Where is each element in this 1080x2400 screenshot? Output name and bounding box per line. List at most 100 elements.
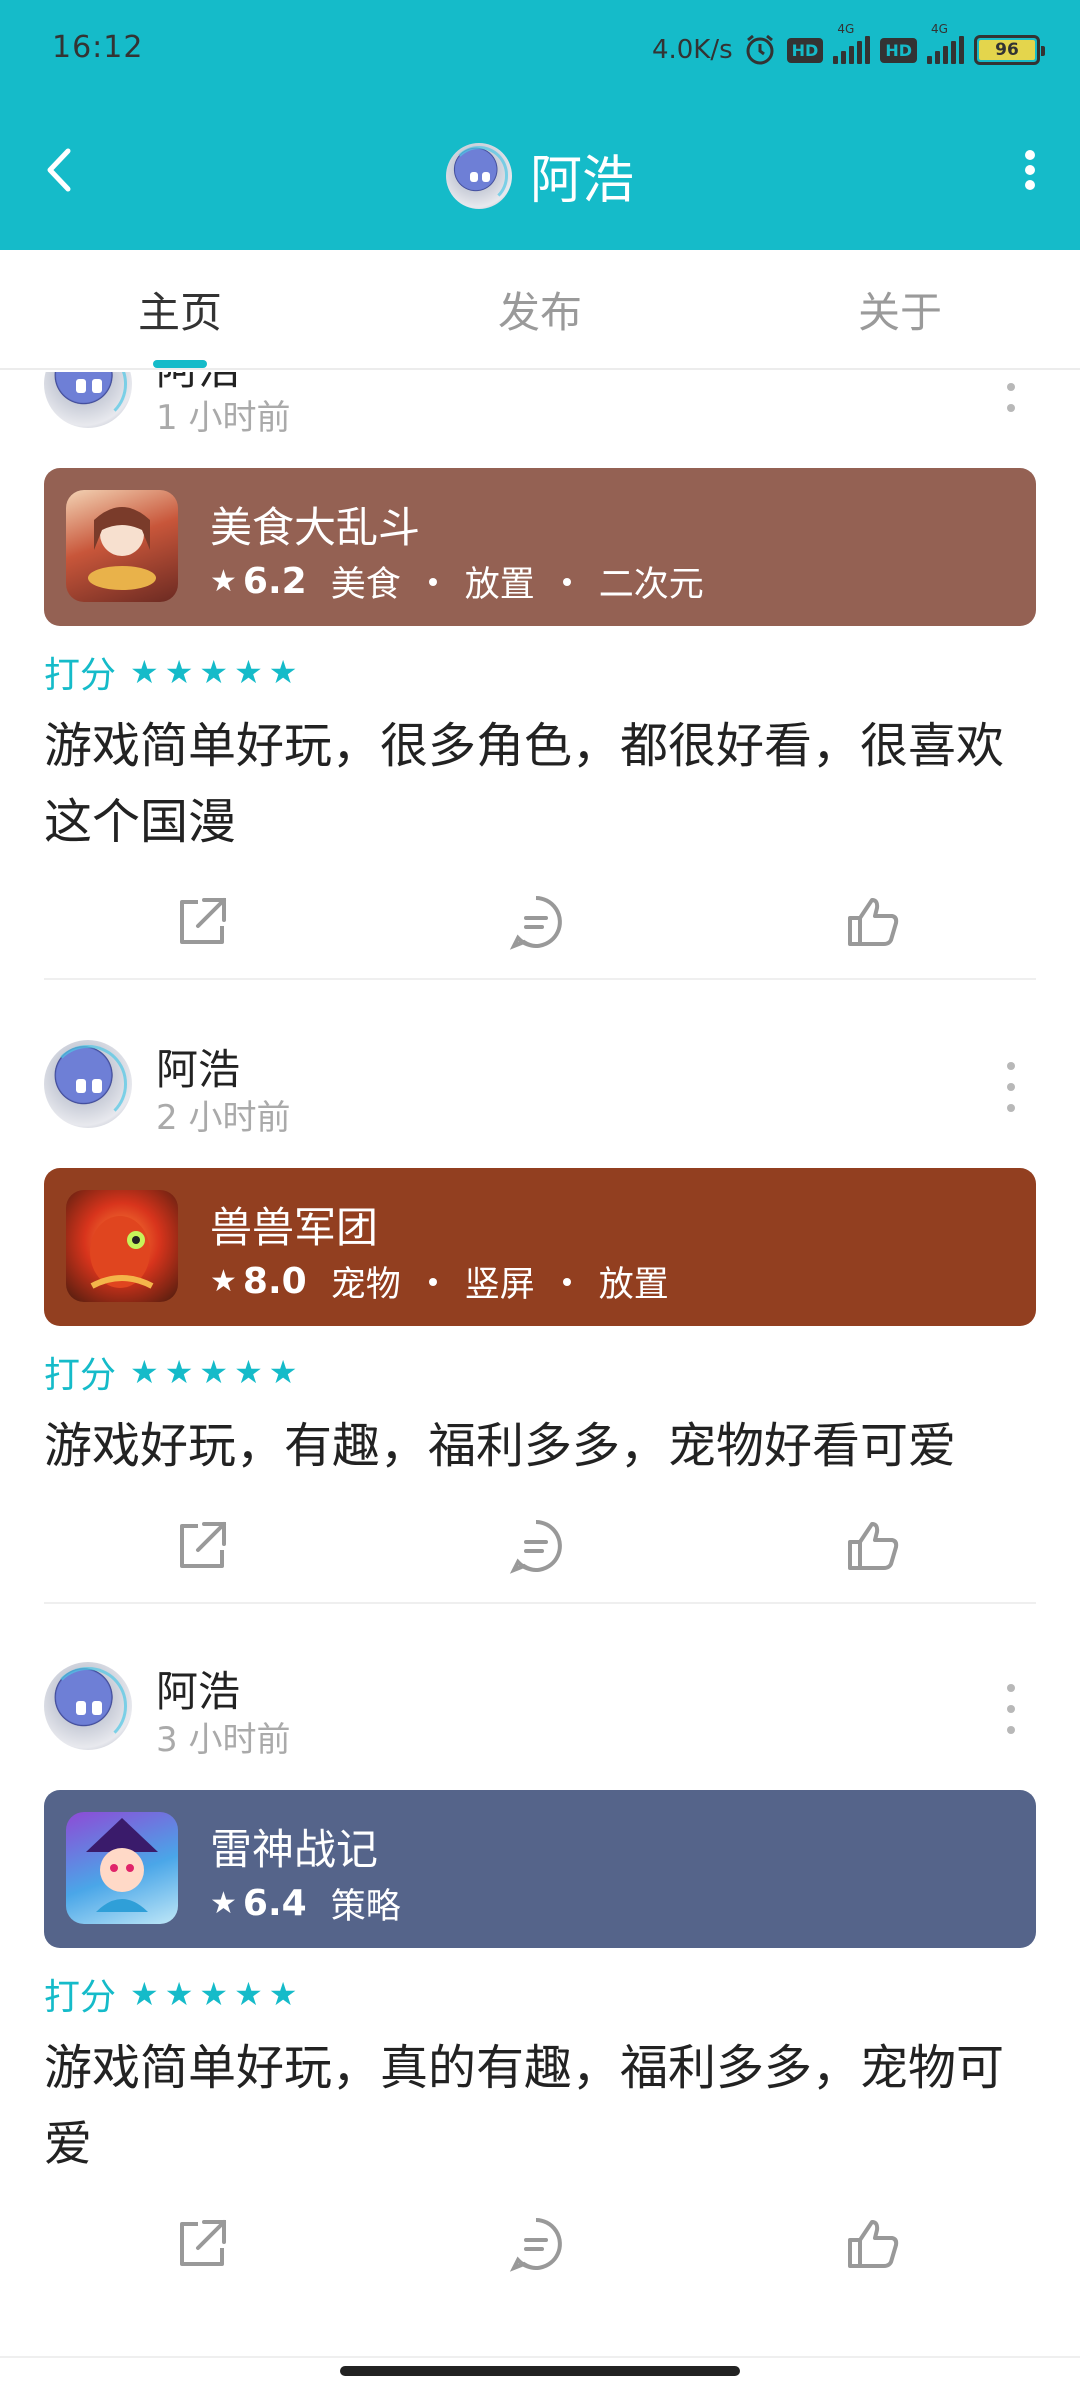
post-time: 1 小时前 bbox=[156, 398, 291, 438]
game-tag: 宠物 bbox=[330, 1265, 401, 1305]
game-tag: 竖屏 bbox=[464, 1265, 535, 1305]
hd-badge: HD bbox=[786, 37, 824, 63]
game-icon bbox=[66, 1190, 178, 1302]
like-button[interactable] bbox=[840, 2212, 904, 2276]
game-tag: 美食 bbox=[330, 565, 401, 605]
review-text[interactable]: 游戏简单好玩，真的有趣，福利多多，宠物可爱 bbox=[44, 2030, 1036, 2182]
feed-list[interactable]: 阿浩 1 小时前 美食大乱斗 ★ 6.2 美食 放置 二次元 打分 ★★★★★ … bbox=[0, 372, 1080, 2342]
signal-label: 4G bbox=[837, 22, 855, 36]
game-name: 兽兽军团 bbox=[210, 1203, 379, 1252]
tab-posts[interactable]: 发布 bbox=[360, 250, 720, 368]
post-more-icon[interactable] bbox=[996, 1062, 1026, 1112]
share-button[interactable] bbox=[170, 1514, 234, 1578]
tab-about[interactable]: 关于 bbox=[720, 250, 1080, 368]
game-card[interactable]: 雷神战记 ★ 6.4 策略 bbox=[44, 1790, 1036, 1948]
like-button[interactable] bbox=[840, 1514, 904, 1578]
post-header: 阿浩 1 小时前 bbox=[44, 372, 1036, 438]
review-post: 阿浩 1 小时前 美食大乱斗 ★ 6.2 美食 放置 二次元 打分 ★★★★★ … bbox=[44, 372, 1036, 980]
avatar[interactable] bbox=[44, 372, 132, 428]
star-icon: ★ bbox=[164, 1353, 194, 1391]
review-post: 阿浩 2 小时前 兽兽军团 ★ 8.0 宠物 竖屏 放置 打分 ★ ★ ★ ★ ★ 游戏… bbox=[44, 1028, 1036, 1604]
post-header: 阿浩 2 小时前 bbox=[44, 1028, 1036, 1138]
rating-label: 打分 bbox=[44, 655, 117, 696]
game-tag: 二次元 bbox=[598, 565, 704, 605]
thumbs-up-icon bbox=[848, 2220, 899, 2268]
game-meta: ★ 6.4 策略 bbox=[210, 1878, 401, 1929]
post-actions bbox=[44, 860, 1036, 980]
rating-row: 打分 ★ ★ ★ ★ ★ bbox=[44, 1352, 1036, 1396]
game-name: 美食大乱斗 bbox=[210, 503, 421, 552]
game-score: 6.4 bbox=[242, 1883, 307, 1924]
star-icon: ★ bbox=[130, 1975, 159, 2013]
battery-icon: 96 bbox=[974, 35, 1045, 65]
post-time: 2 小时前 bbox=[156, 1098, 291, 1138]
share-button[interactable] bbox=[170, 890, 234, 954]
post-actions bbox=[44, 1484, 1036, 1604]
page-title: 阿浩 bbox=[529, 151, 634, 211]
star-icon: ★ bbox=[268, 1353, 298, 1391]
status-time: 16:12 bbox=[52, 30, 144, 65]
star-icon: ★ bbox=[210, 564, 237, 599]
thumbs-up-icon bbox=[848, 898, 899, 946]
divider bbox=[0, 2356, 1080, 2358]
star-icon: ★ bbox=[234, 653, 263, 691]
post-actions bbox=[44, 2182, 1036, 2302]
comment-button[interactable] bbox=[504, 890, 568, 954]
star-icon: ★ bbox=[268, 653, 298, 691]
like-button[interactable] bbox=[840, 890, 904, 954]
game-meta: ★ 8.0 宠物 竖屏 放置 bbox=[210, 1256, 669, 1307]
game-tag: 放置 bbox=[598, 1265, 669, 1305]
profile-tabs: 主页 发布 关于 bbox=[0, 250, 1080, 370]
post-more-icon[interactable] bbox=[996, 1684, 1026, 1734]
share-button[interactable] bbox=[170, 2212, 234, 2276]
avatar[interactable] bbox=[44, 1040, 132, 1128]
share-icon bbox=[180, 1522, 226, 1568]
star-icon: ★ bbox=[130, 653, 159, 691]
comment-button[interactable] bbox=[504, 2212, 568, 2276]
game-card[interactable]: 兽兽军团 ★ 8.0 宠物 竖屏 放置 bbox=[44, 1168, 1036, 1326]
comment-icon bbox=[509, 2218, 562, 2272]
post-username[interactable]: 阿浩 bbox=[156, 1036, 240, 1097]
avatar[interactable] bbox=[44, 1662, 132, 1750]
status-bar: 16:12 4.0K/s HD 4G HD 4G 96 bbox=[0, 0, 1080, 100]
more-vertical-icon bbox=[1025, 150, 1035, 190]
net-speed: 4.0K/s bbox=[651, 35, 733, 65]
game-meta: ★ 6.2 美食 放置 二次元 bbox=[210, 556, 704, 607]
share-icon bbox=[180, 2220, 226, 2266]
more-button[interactable] bbox=[1000, 140, 1060, 200]
rating-label: 打分 bbox=[44, 1355, 117, 1396]
post-header: 阿浩 3 小时前 bbox=[44, 1650, 1036, 1760]
game-tag: 策略 bbox=[330, 1887, 401, 1927]
review-post: 阿浩 3 小时前 雷神战记 ★ 6.4 策略 打分 ★ ★ ★ ★ ★ 游戏简单好玩，真… bbox=[44, 1650, 1036, 2302]
star-icon: ★ bbox=[199, 1353, 229, 1391]
game-tag: 放置 bbox=[464, 565, 535, 605]
star-icon: ★ bbox=[234, 1353, 263, 1391]
share-icon bbox=[180, 898, 226, 944]
star-icon: ★ bbox=[199, 653, 229, 691]
app-header: 16:12 4.0K/s HD 4G HD 4G 96 阿浩 bbox=[0, 0, 1080, 250]
home-indicator[interactable] bbox=[340, 2366, 740, 2376]
profile-title: 阿浩 bbox=[0, 138, 1080, 213]
tab-home[interactable]: 主页 bbox=[0, 250, 360, 368]
rating-row: 打分 ★ ★ ★ ★ ★ bbox=[44, 1974, 1036, 2018]
game-score: 6.2 bbox=[242, 561, 307, 602]
rating-label: 打分 bbox=[44, 1977, 117, 2018]
game-icon bbox=[66, 490, 178, 602]
review-text[interactable]: 游戏好玩，有趣，福利多多，宠物好看可爱 bbox=[44, 1408, 1036, 1484]
post-more-icon[interactable] bbox=[996, 372, 1026, 412]
comment-icon bbox=[509, 1520, 562, 1574]
star-icon: ★ bbox=[164, 653, 194, 691]
comment-button[interactable] bbox=[504, 1514, 568, 1578]
star-icon: ★ bbox=[130, 1353, 159, 1391]
game-card[interactable]: 美食大乱斗 ★ 6.2 美食 放置 二次元 bbox=[44, 468, 1036, 626]
rating-row: 打分 ★ ★ ★ ★ ★ bbox=[44, 652, 1036, 696]
review-text[interactable]: 游戏简单好玩，很多角色，都很好看，很喜欢这个国漫 bbox=[44, 708, 1036, 860]
star-icon: ★ bbox=[199, 1975, 229, 2013]
comment-icon bbox=[509, 896, 562, 950]
post-username[interactable]: 阿浩 bbox=[156, 1658, 240, 1719]
signal-icon: 4G bbox=[927, 22, 964, 64]
game-score: 8.0 bbox=[242, 1261, 307, 1302]
alarm-icon bbox=[746, 34, 774, 65]
star-icon: ★ bbox=[164, 1975, 194, 2013]
post-time: 3 小时前 bbox=[156, 1720, 291, 1760]
